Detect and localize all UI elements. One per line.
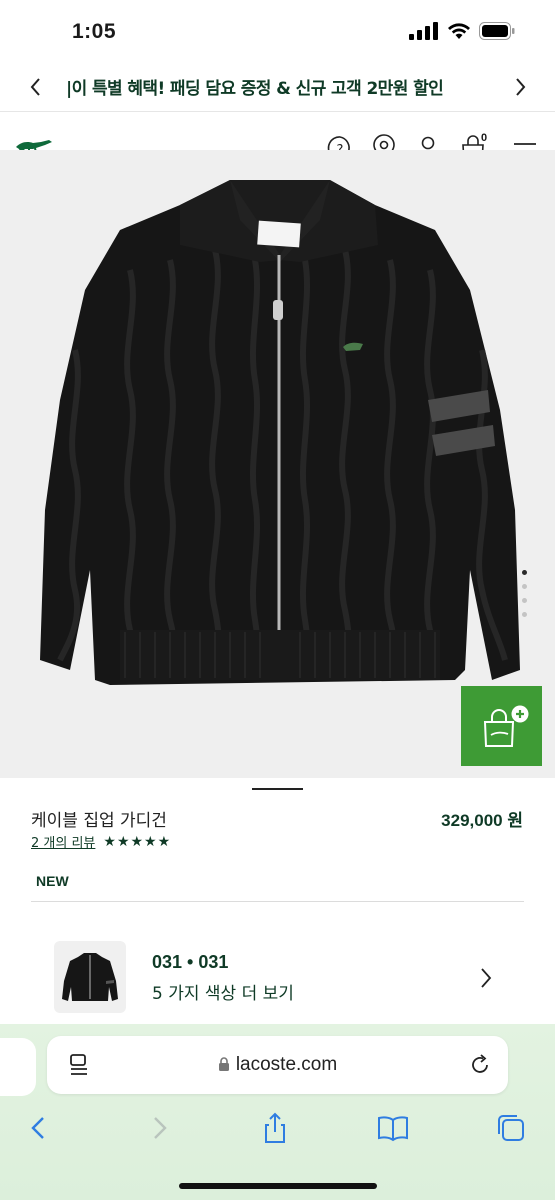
url-text: lacoste.com (235, 1054, 338, 1075)
promo-text[interactable]: |이 특별 혜택! 패딩 담요 증정 & 신규 고객 2만원 할인 (66, 74, 488, 99)
color-selector-row[interactable]: 031 • 031 5 가지 색상 더 보기 (0, 930, 555, 1020)
forward-icon[interactable] (142, 1112, 176, 1144)
signal-icon (409, 22, 438, 40)
promo-banner[interactable]: |이 특별 혜택! 패딩 담요 증정 & 신규 고객 2만원 할인 (0, 62, 555, 112)
chevron-right-icon[interactable] (478, 966, 494, 990)
sheet-drag-handle[interactable] (252, 788, 303, 790)
reviews-row: 2 개의 리뷰 ★★★★★ (31, 832, 172, 852)
product-image (40, 180, 520, 685)
back-icon[interactable] (22, 1112, 56, 1144)
gallery-dot[interactable] (522, 612, 527, 617)
product-price: 329,000 원 (441, 811, 523, 830)
lock-icon (218, 1057, 229, 1071)
status-time: 1:05 (72, 20, 117, 43)
wifi-icon (448, 23, 470, 39)
share-icon[interactable] (258, 1112, 292, 1144)
product-image-gallery[interactable] (0, 150, 555, 778)
battery-icon (479, 22, 515, 40)
cardigan-thumbnail-image (62, 953, 118, 1001)
reload-icon[interactable] (468, 1053, 492, 1077)
gallery-dot[interactable] (522, 584, 527, 589)
home-indicator (179, 1183, 377, 1189)
gallery-pagination[interactable] (522, 570, 527, 617)
divider (31, 901, 524, 902)
rating-stars: ★★★★★ (103, 833, 172, 850)
reviews-link[interactable]: 2 개의 리뷰 (31, 832, 95, 851)
color-code: 031 • 031 (152, 952, 229, 972)
add-to-bag-icon (483, 705, 529, 747)
more-colors-link[interactable]: 5 가지 색상 더 보기 (152, 979, 294, 1004)
bookmarks-icon[interactable] (376, 1112, 410, 1144)
gallery-dot[interactable] (522, 598, 527, 603)
tabs-icon[interactable] (494, 1112, 528, 1144)
browser-toolbar: lacoste.com (0, 1024, 555, 1200)
status-bar: 1:05 (0, 0, 555, 62)
cart-count: 0 (481, 132, 488, 144)
add-to-cart-button[interactable] (461, 686, 542, 766)
address-bar[interactable]: lacoste.com (47, 1036, 508, 1094)
chevron-right-icon[interactable] (510, 76, 530, 98)
chevron-left-icon[interactable] (26, 76, 46, 98)
product-title: 케이블 집업 가디건 (31, 811, 167, 831)
new-badge: NEW (36, 873, 69, 889)
previous-tab-peek[interactable] (0, 1038, 36, 1096)
gallery-dot[interactable] (522, 570, 527, 575)
color-thumbnail[interactable] (54, 941, 126, 1013)
